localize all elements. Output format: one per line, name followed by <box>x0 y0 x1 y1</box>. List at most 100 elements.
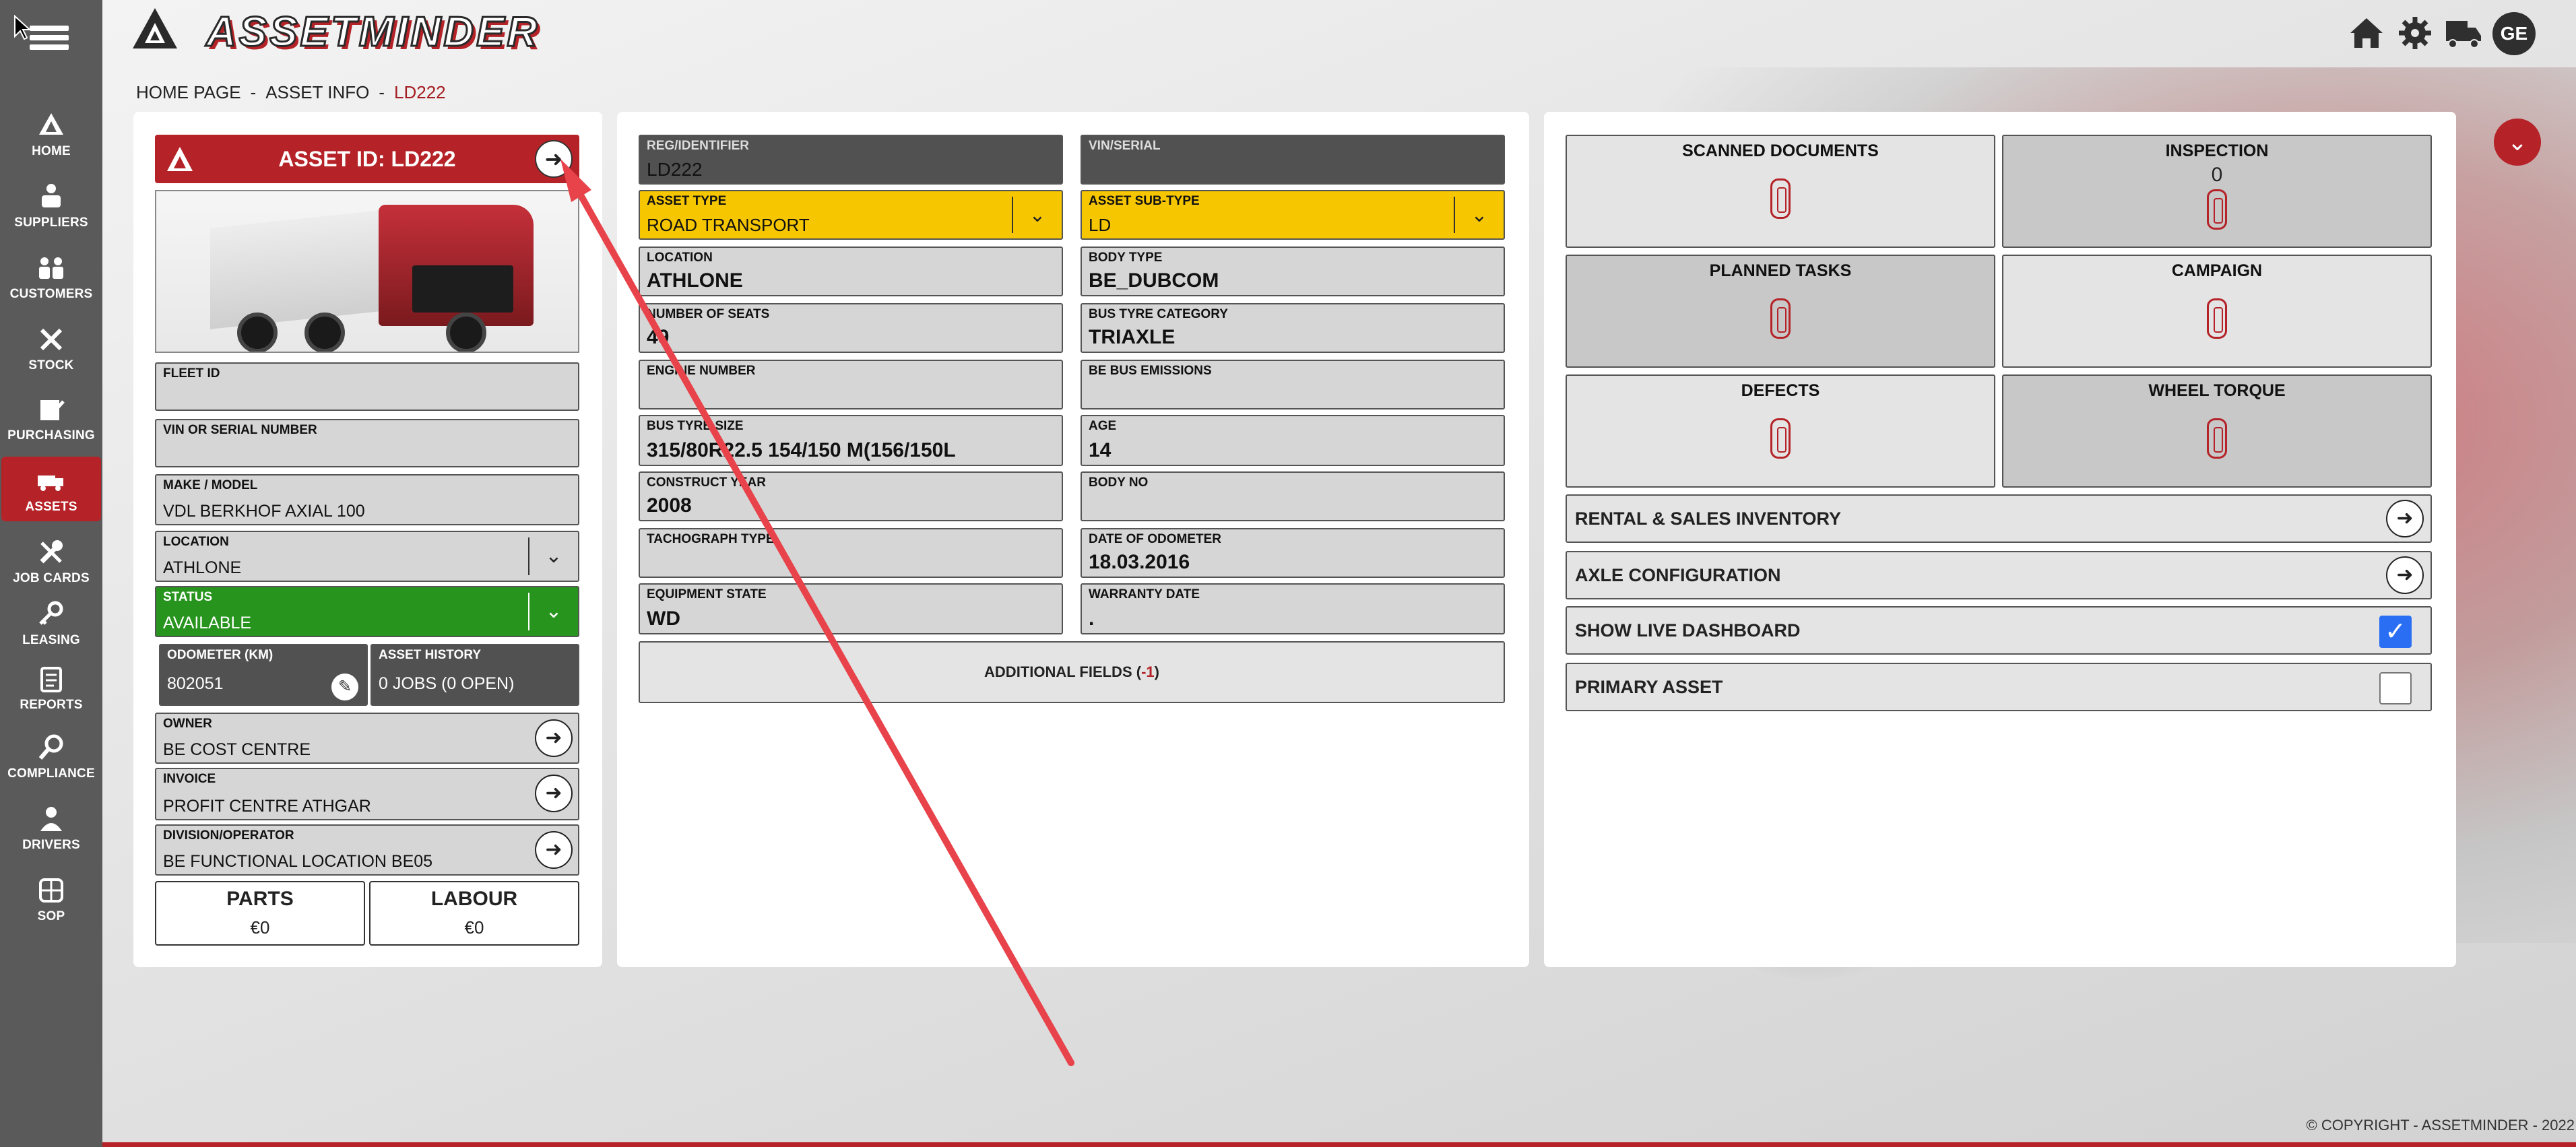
sidebar-item-purchasing[interactable]: PURCHASING <box>0 385 102 450</box>
asset-sub-type-select[interactable]: ASSET SUB-TYPE LD ⌄ <box>1081 190 1505 240</box>
breadcrumb-home[interactable]: HOME PAGE <box>136 82 241 102</box>
arrow-right-icon[interactable]: ➜ <box>2386 556 2424 594</box>
field-label: VIN OR SERIAL NUMBER <box>163 423 317 437</box>
chevron-down-icon[interactable]: ⌄ <box>528 593 578 630</box>
field-value: AVAILABLE <box>163 614 252 632</box>
arrow-right-icon[interactable]: ➜ <box>2386 500 2424 537</box>
app-logo-text: ASSETMINDER <box>205 8 540 57</box>
sidebar-item-sop[interactable]: SOP <box>0 866 102 931</box>
arrow-right-icon[interactable]: ➜ <box>535 775 573 812</box>
vin-serial-field[interactable]: VIN/SERIAL <box>1081 135 1505 185</box>
collapse-chevron-button[interactable]: ⌄ <box>2494 119 2541 166</box>
labour-label: LABOUR <box>430 888 518 910</box>
sidebar-item-label: ASSETS <box>25 500 77 514</box>
copyright-text: © COPYRIGHT - ASSETMINDER - 2022 <box>2306 1117 2575 1134</box>
tile-scanned-documents[interactable]: SCANNED DOCUMENTS <box>1566 135 1995 248</box>
sidebar-item-customers[interactable]: CUSTOMERS <box>0 244 102 308</box>
make-model-field[interactable]: MAKE / MODEL VDL BERKHOF AXIAL 100 <box>155 474 579 525</box>
location-field[interactable]: LOCATION ATHLONE <box>639 247 1063 296</box>
bus-emissions-field[interactable]: BE BUS EMISSIONS <box>1081 360 1505 409</box>
sidebar-item-drivers[interactable]: DRIVERS <box>0 795 102 859</box>
asset-id-open-button[interactable]: ➜ <box>535 140 573 178</box>
primary-asset-checkbox[interactable] <box>2379 672 2412 704</box>
gear-icon[interactable] <box>2395 14 2435 53</box>
tile-wheel-torque[interactable]: WHEEL TORQUE <box>2002 374 2432 488</box>
construct-year-field[interactable]: CONSTRUCT YEAR 2008 <box>639 471 1063 521</box>
sop-icon <box>36 876 66 905</box>
field-label: DIVISION/OPERATOR <box>163 828 294 843</box>
tile-inspection[interactable]: INSPECTION 0 <box>2002 135 2432 248</box>
equipment-state-field[interactable]: EQUIPMENT STATE WD <box>639 583 1063 634</box>
truck-icon[interactable] <box>2444 14 2483 53</box>
odometer-field[interactable]: ODOMETER (KM) 802051 ✎ <box>159 644 368 706</box>
field-label: REG/IDENTIFIER <box>647 139 750 153</box>
breadcrumb-asset-info[interactable]: ASSET INFO <box>265 82 369 102</box>
customers-icon <box>36 253 66 283</box>
engine-number-field[interactable]: ENGINE NUMBER <box>639 360 1063 409</box>
sidebar-item-home[interactable]: HOME <box>0 101 102 166</box>
field-label: FLEET ID <box>163 366 220 381</box>
division-operator-field[interactable]: DIVISION/OPERATOR BE FUNCTIONAL LOCATION… <box>155 824 579 876</box>
labour-value: €0 <box>464 917 484 938</box>
axle-configuration-row[interactable]: AXLE CONFIGURATION ➜ <box>1566 551 2432 599</box>
sidebar-item-label: JOB CARDS <box>13 571 90 585</box>
arrow-right-icon[interactable]: ➜ <box>535 831 573 869</box>
sidebar-item-label: CUSTOMERS <box>9 287 93 301</box>
additional-fields-button[interactable]: ADDITIONAL FIELDS (-1) <box>639 641 1505 703</box>
menu-toggle-button[interactable] <box>9 11 69 62</box>
sidebar-item-stock[interactable]: STOCK <box>0 315 102 380</box>
invoice-field[interactable]: INVOICE PROFIT CENTRE ATHGAR ➜ <box>155 768 579 820</box>
sidebar-item-label: SUPPLIERS <box>14 216 88 230</box>
field-value: BE COST CENTRE <box>163 740 311 759</box>
arrow-right-icon[interactable]: ➜ <box>535 719 573 757</box>
sidebar-item-job-cards[interactable]: JOB CARDS <box>0 528 102 593</box>
body-type-field[interactable]: BODY TYPE BE_DUBCOM <box>1081 247 1505 296</box>
tile-title: SCANNED DOCUMENTS <box>1682 141 1879 160</box>
user-avatar[interactable]: GE <box>2492 12 2536 55</box>
sidebar-item-suppliers[interactable]: SUPPLIERS <box>0 172 102 237</box>
age-field[interactable]: AGE 14 <box>1081 415 1505 466</box>
vin-serial-field[interactable]: VIN OR SERIAL NUMBER <box>155 419 579 467</box>
breadcrumb-separator: - <box>379 82 385 102</box>
sidebar-item-compliance[interactable]: COMPLIANCE <box>0 723 102 788</box>
tile-defects[interactable]: DEFECTS <box>1566 374 1995 488</box>
field-label: LOCATION <box>163 535 229 549</box>
asset-history-field[interactable]: ASSET HISTORY 0 JOBS (0 OPEN) <box>371 644 579 706</box>
field-value: PROFIT CENTRE ATHGAR <box>163 797 371 816</box>
field-value: 2008 <box>647 494 692 517</box>
bus-tyre-size-field[interactable]: BUS TYRE SIZE 315/80R22.5 154/150 M(156/… <box>639 415 1063 466</box>
sidebar-item-label: SOP <box>37 909 65 923</box>
home-icon[interactable] <box>2347 14 2386 53</box>
row-label: SHOW LIVE DASHBOARD <box>1575 620 1801 641</box>
bus-tyre-category-field[interactable]: BUS TYRE CATEGORY TRIAXLE <box>1081 303 1505 353</box>
breadcrumb-separator: - <box>250 82 257 102</box>
sidebar-item-reports[interactable]: REPORTS <box>0 655 102 719</box>
date-of-odometer-field[interactable]: DATE OF ODOMETER 18.03.2016 <box>1081 528 1505 578</box>
body-no-field[interactable]: BODY NO <box>1081 471 1505 521</box>
rental-sales-inventory-row[interactable]: RENTAL & SALES INVENTORY ➜ <box>1566 494 2432 543</box>
parts-value: €0 <box>250 917 270 938</box>
field-label: BE BUS EMISSIONS <box>1089 364 1212 378</box>
fleet-id-field[interactable]: FLEET ID <box>155 362 579 411</box>
tile-title: PLANNED TASKS <box>1709 261 1852 280</box>
field-label: ODOMETER (KM) <box>167 648 273 662</box>
show-live-dashboard-checkbox[interactable]: ✓ <box>2379 616 2412 648</box>
sidebar: HOME SUPPLIERS CUSTOMERS STOCK PURCHASIN… <box>0 0 102 1147</box>
chevron-down-icon[interactable]: ⌄ <box>528 537 578 575</box>
tile-campaign[interactable]: CAMPAIGN <box>2002 255 2432 368</box>
chevron-down-icon[interactable]: ⌄ <box>1454 197 1504 233</box>
edit-pencil-icon[interactable]: ✎ <box>331 674 358 700</box>
home-icon <box>36 110 66 140</box>
status-select[interactable]: STATUS AVAILABLE ⌄ <box>155 586 579 637</box>
warranty-date-field[interactable]: WARRANTY DATE . <box>1081 583 1505 634</box>
tile-planned-tasks[interactable]: PLANNED TASKS <box>1566 255 1995 368</box>
reg-identifier-field[interactable]: REG/IDENTIFIER LD222 <box>639 135 1063 185</box>
sidebar-item-leasing[interactable]: LEASING <box>0 590 102 655</box>
sidebar-item-assets[interactable]: ASSETS <box>1 457 101 521</box>
chevron-down-icon[interactable]: ⌄ <box>1012 197 1062 233</box>
number-of-seats-field[interactable]: NUMBER OF SEATS 49 <box>639 303 1063 353</box>
asset-type-select[interactable]: ASSET TYPE ROAD TRANSPORT ⌄ <box>639 190 1063 240</box>
owner-field[interactable]: OWNER BE COST CENTRE ➜ <box>155 713 579 764</box>
location-select[interactable]: LOCATION ATHLONE ⌄ <box>155 531 579 582</box>
tachograph-type-field[interactable]: TACHOGRAPH TYPE <box>639 528 1063 578</box>
